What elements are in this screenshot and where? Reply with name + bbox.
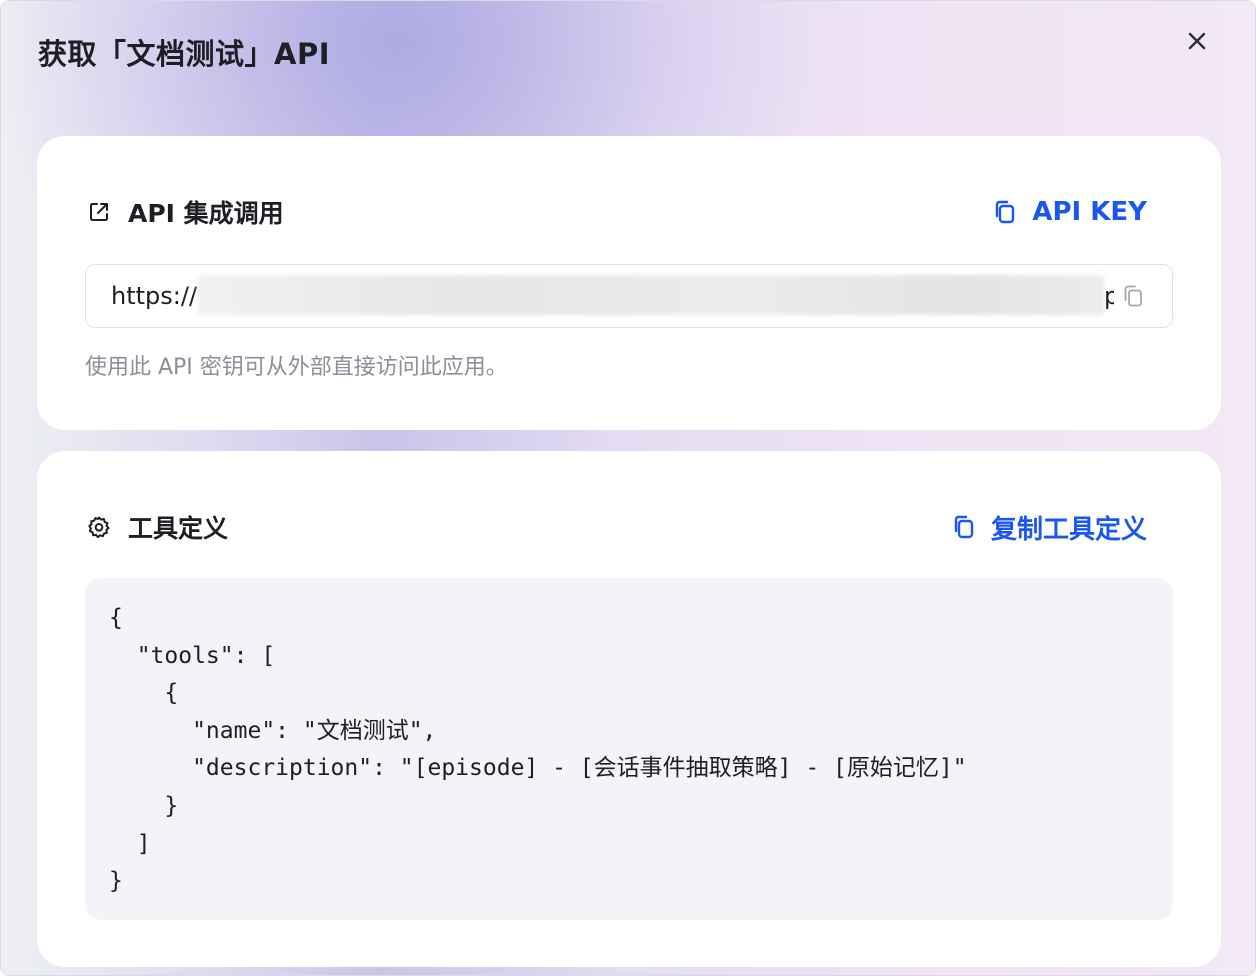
copy-url-button[interactable] bbox=[1120, 283, 1146, 309]
copy-icon bbox=[951, 514, 977, 540]
copy-icon bbox=[1124, 285, 1142, 307]
tool-definition-card: 工具定义 复制工具定义 { "tools": [ { "name": "文档测试… bbox=[37, 451, 1221, 967]
api-modal: 获取「文档测试」API API 集成调用 API KEY https:// 使用… bbox=[0, 0, 1256, 976]
modal-title: 获取「文档测试」API bbox=[38, 37, 330, 71]
api-card-header: API 集成调用 API KEY bbox=[87, 192, 1147, 232]
api-url-redacted bbox=[198, 275, 1104, 315]
copy-api-key-label: API KEY bbox=[1032, 197, 1147, 227]
api-url-prefix: https:// bbox=[111, 282, 198, 310]
tool-card-title: 工具定义 bbox=[128, 514, 229, 543]
close-button[interactable] bbox=[1179, 23, 1215, 59]
tool-definition-code-block: { "tools": [ { "name": "文档测试", "descript… bbox=[85, 578, 1173, 920]
api-card-title: API 集成调用 bbox=[128, 199, 284, 228]
copy-tool-definition-label: 复制工具定义 bbox=[990, 514, 1147, 545]
api-integration-card: API 集成调用 API KEY https:// p bbox=[37, 136, 1221, 430]
api-url-field[interactable]: https:// p bbox=[85, 264, 1173, 328]
copy-api-key-button[interactable]: API KEY bbox=[992, 197, 1147, 227]
close-icon bbox=[1188, 32, 1206, 50]
gear-icon bbox=[87, 515, 111, 539]
tool-card-header: 工具定义 复制工具定义 bbox=[87, 507, 1147, 547]
api-url-tail: p bbox=[1104, 282, 1114, 310]
copy-tool-definition-button[interactable]: 复制工具定义 bbox=[951, 509, 1147, 546]
copy-icon bbox=[992, 199, 1018, 225]
tool-definition-code: { "tools": [ { "name": "文档测试", "descript… bbox=[109, 605, 967, 895]
external-link-icon bbox=[87, 200, 111, 224]
api-hint-text: 使用此 API 密钥可从外部直接访问此应用。 bbox=[85, 355, 508, 380]
